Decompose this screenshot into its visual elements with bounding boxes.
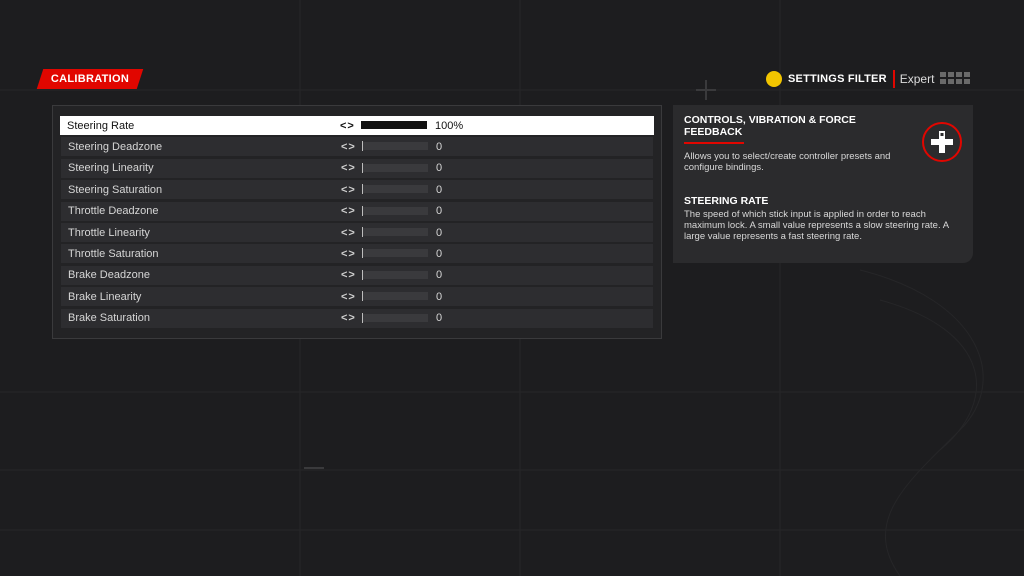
row-label: Throttle Deadzone bbox=[68, 205, 159, 218]
slider-cursor bbox=[362, 205, 363, 216]
row-label: Steering Rate bbox=[67, 119, 135, 132]
row-value: 0 bbox=[436, 290, 443, 303]
calibration-badge: CALIBRATION bbox=[36, 69, 144, 89]
row-value: 0 bbox=[436, 162, 443, 175]
value-slider[interactable] bbox=[362, 248, 428, 259]
calibration-row[interactable]: Throttle Saturation <> 0 bbox=[61, 244, 653, 264]
left-right-arrows-icon[interactable]: <> bbox=[341, 291, 356, 303]
y-button-icon bbox=[766, 71, 782, 87]
row-label: Throttle Linearity bbox=[68, 226, 150, 239]
calibration-row[interactable]: Steering Linearity <> 0 bbox=[61, 158, 653, 178]
section-underline bbox=[684, 142, 744, 144]
slider-cursor bbox=[362, 162, 363, 173]
dpad-icon bbox=[922, 122, 962, 162]
value-slider[interactable] bbox=[362, 312, 428, 323]
calibration-row[interactable]: Steering Saturation <> 0 bbox=[61, 180, 653, 200]
filter-level-icon bbox=[940, 71, 971, 87]
value-slider[interactable] bbox=[362, 269, 428, 280]
row-label: Steering Deadzone bbox=[68, 140, 163, 153]
slider-cursor bbox=[362, 248, 363, 259]
row-value: 0 bbox=[436, 183, 443, 196]
calibration-row[interactable]: Steering Rate <> 100% bbox=[60, 116, 654, 135]
row-label: Steering Linearity bbox=[68, 162, 154, 175]
settings-filter-label: SETTINGS FILTER bbox=[788, 73, 887, 85]
settings-filter[interactable]: SETTINGS FILTER Expert bbox=[766, 68, 971, 90]
row-value: 0 bbox=[436, 269, 443, 282]
value-slider[interactable] bbox=[362, 291, 428, 302]
left-right-arrows-icon[interactable]: <> bbox=[341, 162, 356, 174]
value-slider[interactable] bbox=[362, 227, 428, 237]
slider-cursor bbox=[362, 291, 363, 302]
slider-cursor bbox=[362, 141, 363, 152]
row-value: 0 bbox=[436, 205, 443, 218]
row-value: 0 bbox=[436, 140, 443, 153]
calibration-row[interactable]: Brake Saturation <> 0 bbox=[61, 308, 653, 328]
left-right-arrows-icon[interactable]: <> bbox=[341, 141, 356, 153]
slider-cursor bbox=[362, 269, 363, 280]
row-label: Brake Linearity bbox=[68, 290, 142, 303]
left-right-arrows-icon[interactable]: <> bbox=[340, 120, 355, 132]
filter-separator bbox=[892, 70, 895, 88]
left-right-arrows-icon[interactable]: <> bbox=[341, 205, 356, 217]
slider-cursor bbox=[362, 184, 363, 195]
left-right-arrows-icon[interactable]: <> bbox=[341, 227, 356, 239]
value-slider[interactable] bbox=[362, 141, 428, 152]
calibration-row[interactable]: Throttle Deadzone <> 0 bbox=[61, 201, 653, 221]
row-label: Throttle Saturation bbox=[68, 247, 159, 260]
slider-cursor bbox=[362, 312, 363, 323]
item-title: STEERING RATE bbox=[684, 195, 769, 207]
row-label: Brake Deadzone bbox=[68, 269, 150, 282]
row-label: Brake Saturation bbox=[68, 312, 150, 325]
left-right-arrows-icon[interactable]: <> bbox=[341, 269, 356, 281]
slider-fill bbox=[362, 122, 426, 128]
row-value: 100% bbox=[435, 119, 464, 132]
row-value: 0 bbox=[436, 312, 443, 325]
item-description: The speed of which stick input is applie… bbox=[684, 209, 949, 242]
calibration-row[interactable]: Brake Linearity <> 0 bbox=[61, 287, 653, 307]
calibration-title: CALIBRATION bbox=[50, 73, 130, 85]
row-value: 0 bbox=[436, 226, 443, 239]
calibration-row[interactable]: Throttle Linearity <> 0 bbox=[61, 223, 653, 242]
slider-cursor bbox=[362, 227, 363, 237]
calibration-row[interactable]: Steering Deadzone <> 0 bbox=[61, 137, 653, 157]
value-slider[interactable] bbox=[362, 162, 428, 173]
left-right-arrows-icon[interactable]: <> bbox=[341, 312, 356, 324]
value-slider[interactable] bbox=[361, 121, 427, 129]
calibration-row[interactable]: Brake Deadzone <> 0 bbox=[61, 265, 653, 285]
value-slider[interactable] bbox=[362, 205, 428, 216]
left-right-arrows-icon[interactable]: <> bbox=[341, 248, 356, 260]
row-value: 0 bbox=[436, 247, 443, 260]
settings-filter-value: Expert bbox=[899, 72, 935, 86]
value-slider[interactable] bbox=[362, 184, 428, 195]
row-label: Steering Saturation bbox=[68, 183, 163, 196]
section-description: Allows you to select/create controller p… bbox=[684, 151, 891, 173]
calibration-list: Steering Rate <> 100% Steering Deadzone <> 0 S… bbox=[52, 105, 662, 339]
left-right-arrows-icon[interactable]: <> bbox=[341, 184, 356, 196]
section-title: CONTROLS, VIBRATION & FORCE FEEDBACK bbox=[684, 114, 856, 138]
